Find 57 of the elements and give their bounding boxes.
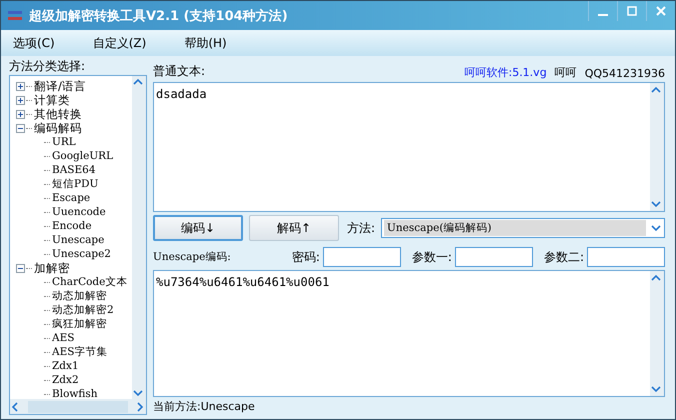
output-field[interactable]: %u7364%u6461%u6461%u0061 (153, 270, 665, 397)
param-label: 参数二: (544, 248, 584, 266)
menu-item[interactable]: 帮助(H) (180, 34, 231, 52)
collapse-icon[interactable] (16, 264, 25, 272)
param-field[interactable] (587, 247, 665, 267)
tree-item[interactable]: Blowfish (16, 387, 132, 399)
menu-item[interactable]: 选项(C) (9, 34, 59, 52)
method-label: 方法: (347, 220, 376, 236)
tree-item[interactable]: 短信PDU (16, 177, 132, 191)
tree-item[interactable]: GoogleURL (16, 149, 132, 163)
tree-item[interactable]: 加解密 (16, 261, 132, 275)
encode-button[interactable]: 编码↓ (153, 215, 243, 241)
tree-item[interactable]: Escape (16, 191, 132, 205)
sidebar-label: 方法分类选择: (9, 58, 86, 75)
input-field[interactable]: dsadada (153, 82, 665, 212)
scrollbar[interactable] (132, 76, 146, 399)
expand-icon[interactable] (16, 110, 25, 118)
app-icon (7, 8, 23, 22)
expand-icon[interactable] (16, 82, 25, 90)
param-label: 密码: (292, 248, 320, 266)
contact-label: QQ541231936 (584, 67, 665, 80)
tree-item[interactable]: AES字节集 (16, 345, 132, 359)
maximize-icon (627, 6, 637, 16)
menu-item[interactable]: 自定义(Z) (88, 34, 150, 52)
tree-item[interactable]: 动态加解密2 (16, 303, 132, 317)
minimize-icon (598, 14, 608, 16)
collapse-icon[interactable] (16, 124, 25, 132)
close-icon (656, 6, 666, 16)
tree-item[interactable]: CharCode文本 (16, 275, 132, 289)
decode-button[interactable]: 解码↑ (249, 215, 339, 241)
output-label: Unescape编码: (153, 250, 231, 264)
input-label: 普通文本: (153, 63, 206, 80)
tree-item[interactable]: BASE64 (16, 163, 132, 177)
tree-item[interactable]: 翻译/语言 (16, 79, 132, 93)
tree-item[interactable]: 计算类 (16, 93, 132, 107)
expand-icon[interactable] (16, 96, 25, 104)
status-text: 当前方法:Unescape (153, 399, 256, 415)
method-dropdown[interactable]: Unescape(编码解码) (381, 218, 665, 238)
tree-item[interactable]: Zdx1 (16, 359, 132, 373)
tree-item[interactable]: 其他转换 (16, 107, 132, 121)
tree-item[interactable]: 编码解码 (16, 121, 132, 135)
scrollbar[interactable] (10, 399, 146, 414)
tree-item[interactable]: Unescape (16, 233, 132, 247)
tree-item[interactable]: Unescape2 (16, 247, 132, 261)
tree-item[interactable]: 疯狂加解密 (16, 317, 132, 331)
param-field[interactable] (454, 247, 533, 267)
window-title: 超级加解密转换工具V2.1 (支持104种方法) (29, 8, 288, 24)
tree-item[interactable]: URL (16, 135, 132, 149)
tree-item[interactable]: 动态加解密 (16, 289, 132, 303)
tree-item[interactable]: AES (16, 331, 132, 345)
author-label: 呵呵 (554, 65, 577, 80)
tree-item[interactable]: Zdx2 (16, 373, 132, 387)
param-field[interactable] (322, 247, 401, 267)
credit-link[interactable]: 呵呵软件:5.1.vg (464, 65, 547, 80)
tree-item[interactable]: Encode (16, 219, 132, 233)
tree-item[interactable]: Uuencode (16, 205, 132, 219)
param-label: 参数一: (412, 248, 452, 266)
